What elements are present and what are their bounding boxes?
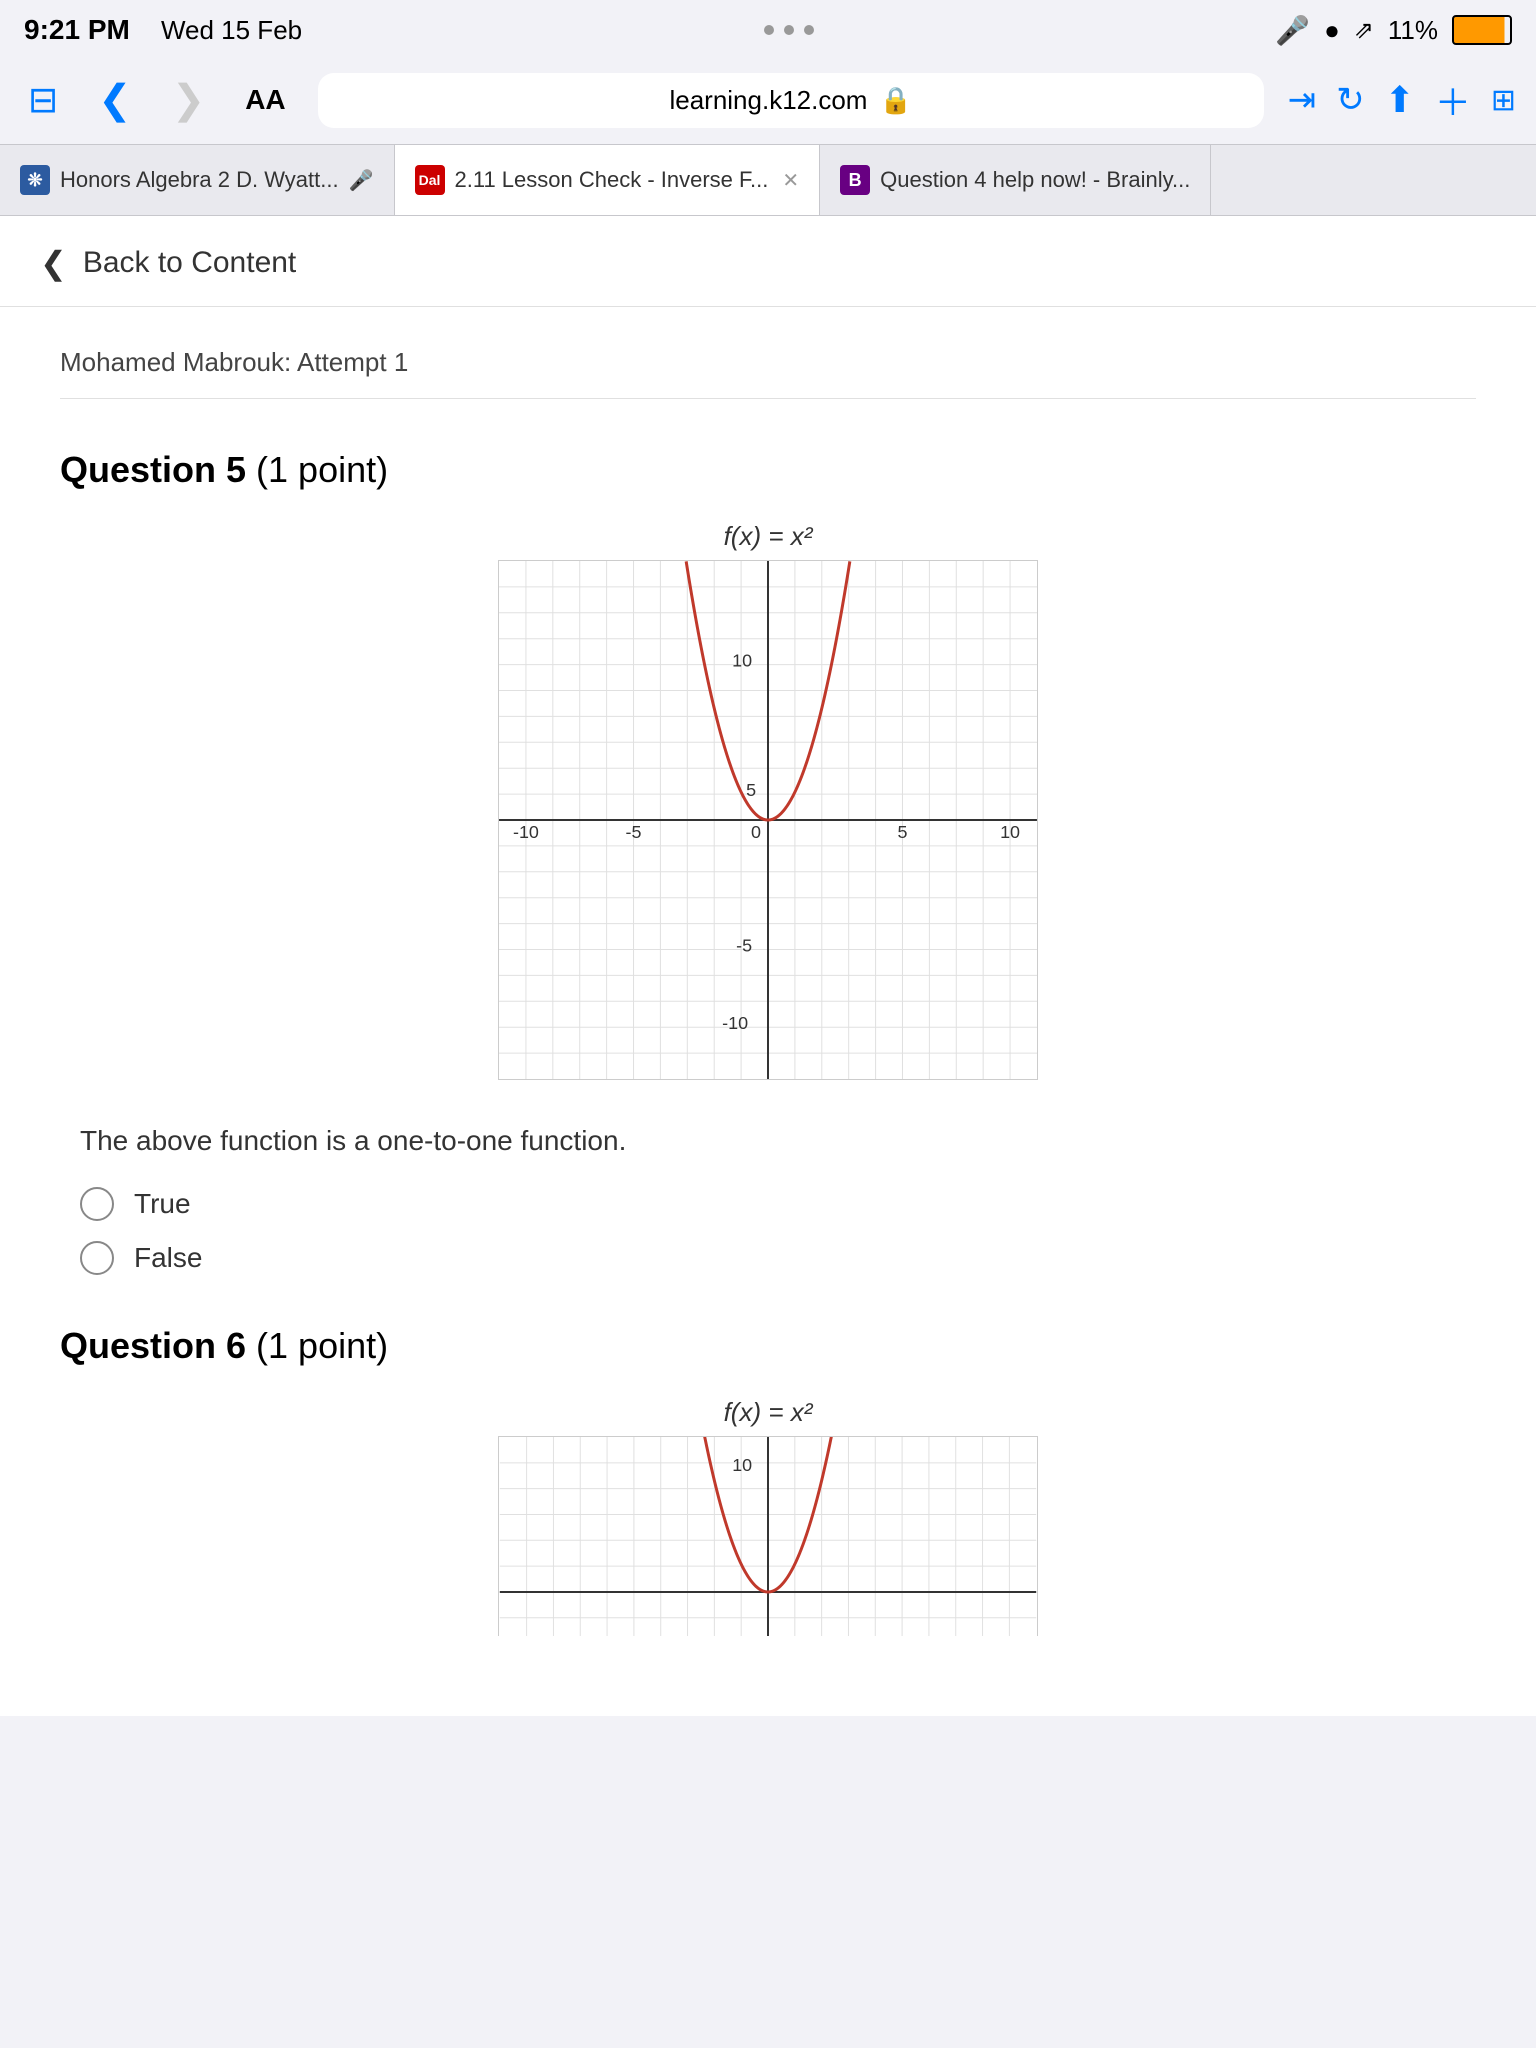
- graph-5-wrapper: f(x) = x²: [498, 521, 1038, 1085]
- svg-text:10: 10: [732, 651, 752, 671]
- svg-text:-5: -5: [626, 822, 642, 842]
- question-6-section: Question 6 (1 point) f(x) = x²: [60, 1325, 1476, 1636]
- handoff-button[interactable]: ⇥: [1288, 80, 1317, 120]
- new-tab-button[interactable]: ＋: [1435, 74, 1471, 126]
- url-text: learning.k12.com: [669, 85, 867, 116]
- tab-lesson-check[interactable]: Dal 2.11 Lesson Check - Inverse F... ✕: [395, 145, 821, 215]
- svg-text:-5: -5: [736, 935, 752, 955]
- attempt-label: Mohamed Mabrouk: Attempt 1: [60, 347, 1476, 399]
- status-indicators: 🎤 ● ⇗ 11%: [1275, 14, 1512, 47]
- option-false[interactable]: False: [80, 1241, 1476, 1275]
- battery-icon: [1452, 15, 1512, 45]
- tab-label-lesson: 2.11 Lesson Check - Inverse F...: [455, 167, 769, 193]
- question-6-header: Question 6 (1 point): [60, 1325, 1476, 1367]
- url-bar[interactable]: learning.k12.com 🔒: [318, 73, 1264, 128]
- tab-bar: ❊ Honors Algebra 2 D. Wyatt... 🎤 Dal 2.1…: [0, 144, 1536, 216]
- svg-text:-10: -10: [722, 1013, 748, 1033]
- page-content: ❮ Back to Content Mohamed Mabrouk: Attem…: [0, 216, 1536, 1716]
- back-to-content-bar[interactable]: ❮ Back to Content: [0, 216, 1536, 307]
- sidebar-toggle-button[interactable]: ⊟: [20, 75, 66, 125]
- question-5-section: Question 5 (1 point) f(x) = x²: [60, 449, 1476, 1275]
- mic-tab-icon: 🎤: [349, 168, 374, 193]
- question-5-graph-container: f(x) = x²: [60, 521, 1476, 1085]
- graph-6-wrapper: f(x) = x²: [498, 1397, 1038, 1636]
- svg-text:5: 5: [897, 822, 907, 842]
- graph-5-svg: -10 -5 0 5 10 10 5 -5 -10: [498, 560, 1038, 1080]
- svg-text:0: 0: [751, 822, 761, 842]
- graph-6-clip: 10: [498, 1436, 1038, 1636]
- svg-text:10: 10: [732, 1455, 752, 1475]
- share-button[interactable]: ⬆: [1385, 79, 1415, 121]
- tab-label-brainly: Question 4 help now! - Brainly...: [880, 167, 1190, 193]
- reader-mode-button[interactable]: AA: [237, 84, 293, 116]
- tab-label-honors: Honors Algebra 2 D. Wyatt...: [60, 167, 339, 193]
- tab-favicon-brainly: B: [840, 165, 870, 195]
- option-true[interactable]: True: [80, 1187, 1476, 1221]
- wifi-icon: ●: [1324, 15, 1340, 46]
- nav-forward-button[interactable]: ❯: [164, 73, 214, 127]
- option-false-label: False: [134, 1242, 202, 1274]
- nav-bar: ⊟ ❮ ❯ AA learning.k12.com 🔒 ⇥ ↻ ⬆ ＋ ⊞: [0, 56, 1536, 144]
- question-5-header: Question 5 (1 point): [60, 449, 1476, 491]
- status-time-date: 9:21 PM Wed 15 Feb: [24, 14, 302, 46]
- refresh-button[interactable]: ↻: [1336, 80, 1365, 120]
- status-dots: [764, 25, 814, 35]
- signal-arrow: ⇗: [1354, 16, 1374, 45]
- svg-text:5: 5: [746, 780, 756, 800]
- back-chevron-icon: ❮: [40, 244, 67, 282]
- main-content: Mohamed Mabrouk: Attempt 1 Question 5 (1…: [0, 307, 1536, 1716]
- svg-text:-10: -10: [513, 822, 539, 842]
- option-true-label: True: [134, 1188, 191, 1220]
- question-5-text: The above function is a one-to-one funct…: [80, 1125, 1476, 1157]
- graph-5-title: f(x) = x²: [498, 521, 1038, 552]
- tab-favicon-dal: Dal: [415, 165, 445, 195]
- mic-icon: 🎤: [1275, 14, 1310, 47]
- tab-favicon-k12: ❊: [20, 165, 50, 195]
- radio-false-circle[interactable]: [80, 1241, 114, 1275]
- tab-switcher-button[interactable]: ⊞: [1491, 83, 1516, 118]
- svg-text:10: 10: [1000, 822, 1020, 842]
- graph-6-title: f(x) = x²: [498, 1397, 1038, 1428]
- tab-close-lesson[interactable]: ✕: [782, 168, 799, 193]
- battery-percent: 11%: [1388, 15, 1438, 46]
- question-5-radio-group: True False: [80, 1187, 1476, 1275]
- tab-brainly[interactable]: B Question 4 help now! - Brainly...: [820, 145, 1211, 215]
- back-to-content-label: Back to Content: [83, 246, 296, 280]
- nav-back-button[interactable]: ❮: [90, 73, 140, 127]
- graph-6-svg: 10: [498, 1436, 1038, 1636]
- lock-icon: 🔒: [879, 85, 911, 116]
- radio-true-circle[interactable]: [80, 1187, 114, 1221]
- question-6-graph-container: f(x) = x²: [60, 1397, 1476, 1636]
- tab-honors-algebra[interactable]: ❊ Honors Algebra 2 D. Wyatt... 🎤: [0, 145, 395, 215]
- nav-actions: ⇥ ↻ ⬆ ＋ ⊞: [1288, 74, 1516, 126]
- status-bar: 9:21 PM Wed 15 Feb 🎤 ● ⇗ 11%: [0, 0, 1536, 56]
